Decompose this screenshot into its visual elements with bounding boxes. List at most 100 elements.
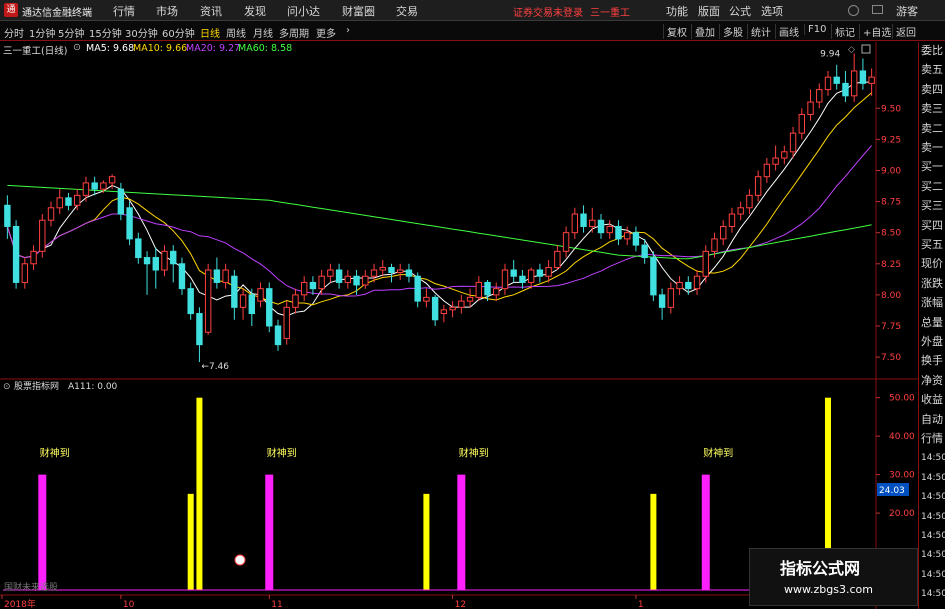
candle-body[interactable] xyxy=(685,281,692,290)
kline-chart[interactable]: 9.50 9.25 9.00 8.75 8.50 8.25 8.00 7.75 7.50 9.94… xyxy=(0,42,918,609)
candle-body[interactable] xyxy=(632,232,640,246)
signal-bar-yellow[interactable] xyxy=(423,493,430,590)
candle-body[interactable] xyxy=(222,269,229,283)
candle-body[interactable] xyxy=(4,204,11,227)
candle-body[interactable] xyxy=(789,132,797,153)
menu-hangqing[interactable]: 行情 xyxy=(113,3,135,19)
side-panel-item[interactable]: 买四 xyxy=(921,219,943,233)
menu-wenxiaoda[interactable]: 问小达 xyxy=(287,3,320,19)
tool-fanhui[interactable]: 返回 xyxy=(892,24,916,39)
candle-body[interactable] xyxy=(720,225,727,240)
candle-body[interactable] xyxy=(21,263,29,283)
candle-body[interactable] xyxy=(388,267,395,273)
candle-body[interactable] xyxy=(309,281,317,290)
candle-body[interactable] xyxy=(772,157,779,165)
guest-button[interactable]: 游客 xyxy=(896,3,918,19)
menu-jiaoyi[interactable]: 交易 xyxy=(396,3,418,19)
candle-body[interactable] xyxy=(397,269,404,273)
chevron-right-icon[interactable]: › xyxy=(346,25,350,36)
candle-body[interactable] xyxy=(754,176,762,196)
candle-body[interactable] xyxy=(658,294,666,308)
side-panel-item[interactable]: 买三 xyxy=(921,199,943,213)
candle-body[interactable] xyxy=(187,288,194,315)
candle-body[interactable] xyxy=(501,269,509,290)
side-panel-item[interactable]: 14:50 xyxy=(921,568,945,582)
bell-icon[interactable] xyxy=(848,5,859,16)
menu-faxian[interactable]: 发现 xyxy=(244,3,266,19)
menu-xuanxiang[interactable]: 选项 xyxy=(761,3,783,19)
candle-body[interactable] xyxy=(458,300,465,308)
candle-body[interactable] xyxy=(641,244,648,259)
login-status[interactable]: 证券交易未登录 xyxy=(513,4,583,19)
menu-zixun[interactable]: 资讯 xyxy=(200,3,222,19)
candle-body[interactable] xyxy=(204,269,212,333)
menu-gongshi[interactable]: 公式 xyxy=(729,3,751,19)
candle-body[interactable] xyxy=(135,238,142,259)
side-panel-item[interactable]: 买五 xyxy=(921,238,943,252)
side-panel-item[interactable]: 卖四 xyxy=(921,83,943,97)
candle-body[interactable] xyxy=(589,219,596,227)
diamond-icon[interactable]: ◇ xyxy=(848,45,855,55)
candle-body[interactable] xyxy=(405,269,413,277)
signal-bar-yellow[interactable] xyxy=(187,493,194,590)
candle-body[interactable] xyxy=(108,176,116,184)
candle-body[interactable] xyxy=(248,294,256,315)
side-panel-item[interactable]: 卖一 xyxy=(921,141,943,155)
candle-body[interactable] xyxy=(213,269,221,283)
candle-body[interactable] xyxy=(798,113,806,134)
candle-body[interactable] xyxy=(292,294,299,308)
candle-body[interactable] xyxy=(65,197,72,206)
candle-body[interactable] xyxy=(126,207,133,240)
tool-duogu[interactable]: 多股 xyxy=(719,24,743,39)
period-monthly[interactable]: 月线 xyxy=(253,25,273,40)
signal-bar-yellow[interactable] xyxy=(196,397,203,590)
candle-body[interactable] xyxy=(257,288,264,302)
signal-bar-magenta[interactable] xyxy=(701,474,710,590)
candle-body[interactable] xyxy=(527,269,535,283)
candle-body[interactable] xyxy=(571,213,579,234)
period-1min[interactable]: 1分钟 xyxy=(29,25,55,40)
candle-body[interactable] xyxy=(449,306,456,311)
candle-body[interactable] xyxy=(536,269,544,277)
side-panel-item[interactable]: 涨跌 xyxy=(921,277,943,291)
candle-body[interactable] xyxy=(300,281,308,296)
candle-body[interactable] xyxy=(335,269,343,283)
candle-body[interactable] xyxy=(143,257,151,265)
candle-body[interactable] xyxy=(353,275,360,286)
tool-diejia[interactable]: 叠加 xyxy=(691,24,715,39)
candle-body[interactable] xyxy=(737,207,744,215)
candle-body[interactable] xyxy=(781,151,788,159)
period-30min[interactable]: 30分钟 xyxy=(125,25,158,40)
candle-body[interactable] xyxy=(842,82,849,97)
candle-body[interactable] xyxy=(362,275,369,286)
candle-body[interactable] xyxy=(597,219,605,234)
candle-body[interactable] xyxy=(440,309,448,315)
candle-body[interactable] xyxy=(824,76,832,91)
candle-body[interactable] xyxy=(56,197,63,209)
candle-body[interactable] xyxy=(152,257,159,271)
candle-body[interactable] xyxy=(82,182,90,196)
side-panel-item[interactable]: 外盘 xyxy=(921,335,943,349)
tool-f10[interactable]: F10 xyxy=(804,24,826,35)
mail-icon[interactable] xyxy=(872,5,883,14)
period-60min[interactable]: 60分钟 xyxy=(162,25,195,40)
candle-body[interactable] xyxy=(850,70,858,97)
side-panel-item[interactable]: 14:50 xyxy=(921,510,945,524)
tool-huaxian[interactable]: 画线 xyxy=(775,24,799,39)
side-panel-item[interactable]: 买二 xyxy=(921,180,943,194)
side-panel-item[interactable]: 14:50 xyxy=(921,548,945,562)
candle-body[interactable] xyxy=(693,275,701,290)
candle-body[interactable] xyxy=(711,238,718,252)
candle-body[interactable] xyxy=(91,182,98,190)
candle-body[interactable] xyxy=(239,294,247,308)
period-fenshi[interactable]: 分时 xyxy=(4,25,24,40)
candle-body[interactable] xyxy=(763,163,771,178)
side-panel-item[interactable]: 卖五 xyxy=(921,63,943,77)
candle-body[interactable] xyxy=(12,225,20,283)
candle-body[interactable] xyxy=(676,281,683,290)
candle-body[interactable] xyxy=(370,269,378,277)
candle-body[interactable] xyxy=(100,182,107,190)
menu-gongneng[interactable]: 功能 xyxy=(666,3,688,19)
tool-biaoji[interactable]: 标记 xyxy=(831,24,855,39)
candle-body[interactable] xyxy=(623,232,631,240)
